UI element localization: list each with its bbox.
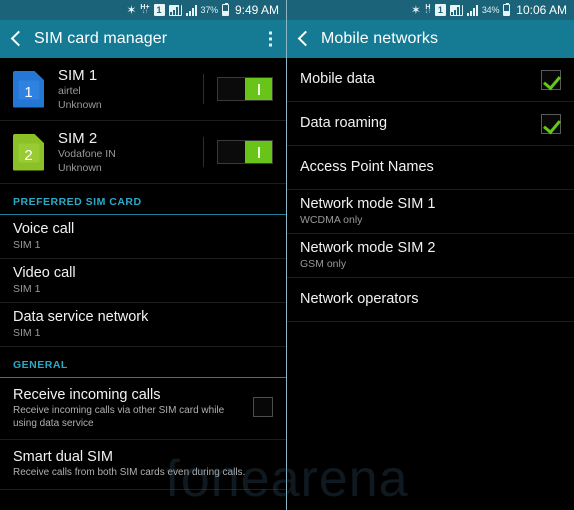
hspa-icon: H ↓↑ — [424, 4, 431, 15]
list-item-network-mode-sim-1[interactable]: Network mode SIM 1 WCDMA only — [287, 190, 574, 234]
voice-call-value: SIM 1 — [13, 239, 41, 251]
page-title: Mobile networks — [321, 30, 439, 47]
receive-incoming-calls-checkbox[interactable] — [253, 397, 273, 417]
dual-screenshot-container: ✶ H+↓↑ 1 37% 9:49 AM SIM card manager 1 — [0, 0, 574, 510]
list-item-data-service-network[interactable]: Data service network SIM 1 — [0, 303, 286, 347]
bluetooth-icon: ✶ — [410, 3, 421, 17]
voice-call-label: Voice call — [13, 221, 75, 237]
video-call-label: Video call — [13, 265, 76, 281]
network-operators-label: Network operators — [300, 291, 419, 307]
receive-incoming-calls-desc: Receive incoming calls via other SIM car… — [13, 405, 225, 429]
sim-1-status: Unknown — [58, 98, 102, 111]
receive-incoming-calls-label: Receive incoming calls — [13, 387, 161, 403]
sim-2-name: SIM 2 — [58, 129, 98, 147]
smart-dual-sim-texts: Smart dual SIM Receive calls from both S… — [13, 449, 273, 480]
sim-card-1-icon: 1 — [13, 70, 44, 108]
sim-card-manager-screen: ✶ H+↓↑ 1 37% 9:49 AM SIM card manager 1 — [0, 0, 287, 510]
sim-2-toggle-wrap — [203, 137, 273, 167]
data-roaming-label: Data roaming — [300, 115, 388, 131]
list-item-data-roaming[interactable]: Data roaming — [287, 102, 574, 146]
sim-row-1[interactable]: 1 SIM 1 airtel Unknown — [0, 58, 286, 121]
bluetooth-icon: ✶ — [126, 3, 137, 17]
network-mode-sim-1-label: Network mode SIM 1 — [300, 196, 436, 212]
action-bar-right: Mobile networks — [287, 20, 574, 58]
overflow-menu-icon[interactable] — [266, 29, 275, 50]
clock-label: 9:49 AM — [234, 3, 279, 17]
network-mode-sim-2-value: GSM only — [300, 258, 347, 270]
access-point-names-texts: Access Point Names — [300, 159, 561, 176]
action-bar-left: SIM card manager — [0, 20, 286, 58]
sim-row-2[interactable]: 2 SIM 2 Vodafone IN Unknown — [0, 121, 286, 184]
battery-icon — [221, 3, 229, 16]
network-mode-sim-2-label: Network mode SIM 2 — [300, 240, 436, 256]
data-service-network-value: SIM 1 — [13, 327, 41, 339]
battery-percent-label: 34% — [481, 5, 500, 15]
status-bar-right: ✶ H ↓↑ 1 34% 10:06 AM — [287, 0, 574, 20]
signal-bars-boxed-icon — [449, 3, 463, 16]
mobile-data-label: Mobile data — [300, 71, 375, 87]
video-call-value: SIM 1 — [13, 283, 41, 295]
sim-2-status: Unknown — [58, 161, 102, 174]
signal-bars-icon — [466, 4, 478, 16]
sim-1-texts: SIM 1 airtel Unknown — [58, 67, 203, 112]
sim-1-toggle[interactable] — [217, 77, 273, 101]
section-header-preferred-sim-card: PREFERRED SIM CARD — [0, 184, 286, 215]
divider — [203, 74, 204, 104]
clock-label: 10:06 AM — [516, 3, 567, 17]
divider — [203, 137, 204, 167]
receive-incoming-calls-texts: Receive incoming calls Receive incoming … — [13, 387, 253, 430]
sim-1-carrier: airtel — [58, 84, 81, 97]
back-chevron-icon[interactable] — [297, 30, 311, 48]
mobile-data-checkbox[interactable] — [541, 69, 561, 90]
sim-indicator-icon: 1 — [434, 4, 446, 16]
battery-percent-label: 37% — [200, 5, 219, 15]
signal-bars-icon — [185, 4, 197, 16]
data-roaming-checkbox[interactable] — [541, 113, 561, 134]
sim-2-toggle[interactable] — [217, 140, 273, 164]
list-item-receive-incoming-calls[interactable]: Receive incoming calls Receive incoming … — [0, 378, 286, 440]
sim-card-2-icon: 2 — [13, 133, 44, 171]
smart-dual-sim-label: Smart dual SIM — [13, 449, 113, 465]
signal-bars-boxed-icon — [168, 3, 182, 16]
network-mode-sim-1-value: WCDMA only — [300, 214, 363, 226]
list-item-voice-call[interactable]: Voice call SIM 1 — [0, 215, 286, 259]
battery-icon — [503, 3, 511, 16]
sim-manager-list: 1 SIM 1 airtel Unknown 2 SIM 2 Vodafone … — [0, 58, 286, 490]
list-item-video-call[interactable]: Video call SIM 1 — [0, 259, 286, 303]
list-item-network-mode-sim-2[interactable]: Network mode SIM 2 GSM only — [287, 234, 574, 278]
page-title: SIM card manager — [34, 30, 168, 47]
network-operators-texts: Network operators — [300, 291, 561, 308]
back-chevron-icon[interactable] — [10, 30, 24, 48]
list-item-mobile-data[interactable]: Mobile data — [287, 58, 574, 102]
list-item-network-operators[interactable]: Network operators — [287, 278, 574, 322]
access-point-names-label: Access Point Names — [300, 159, 434, 175]
list-item-smart-dual-sim[interactable]: Smart dual SIM Receive calls from both S… — [0, 440, 286, 490]
sim-indicator-icon: 1 — [153, 4, 165, 16]
data-service-network-label: Data service network — [13, 309, 149, 325]
sim-2-carrier: Vodafone IN — [58, 147, 116, 160]
sim-2-texts: SIM 2 Vodafone IN Unknown — [58, 130, 203, 175]
list-item-access-point-names[interactable]: Access Point Names — [287, 146, 574, 190]
sim-1-name: SIM 1 — [58, 66, 98, 84]
section-header-general: GENERAL — [0, 347, 286, 378]
sim-1-toggle-wrap — [203, 74, 273, 104]
status-bar-left: ✶ H+ ↓↑ 1 37% 9:49 AM — [0, 0, 286, 20]
mobile-networks-screen: ✶ H ↓↑ 1 34% 10:06 AM Mobile networks Mob… — [287, 0, 574, 510]
data-roaming-texts: Data roaming — [300, 115, 541, 132]
hspa-plus-icon: H+ ↓↑ — [140, 4, 150, 15]
mobile-data-texts: Mobile data — [300, 71, 541, 88]
smart-dual-sim-desc: Receive calls from both SIM cards even d… — [13, 467, 246, 478]
mobile-networks-list: Mobile data Data roaming Access Point Na… — [287, 58, 574, 322]
